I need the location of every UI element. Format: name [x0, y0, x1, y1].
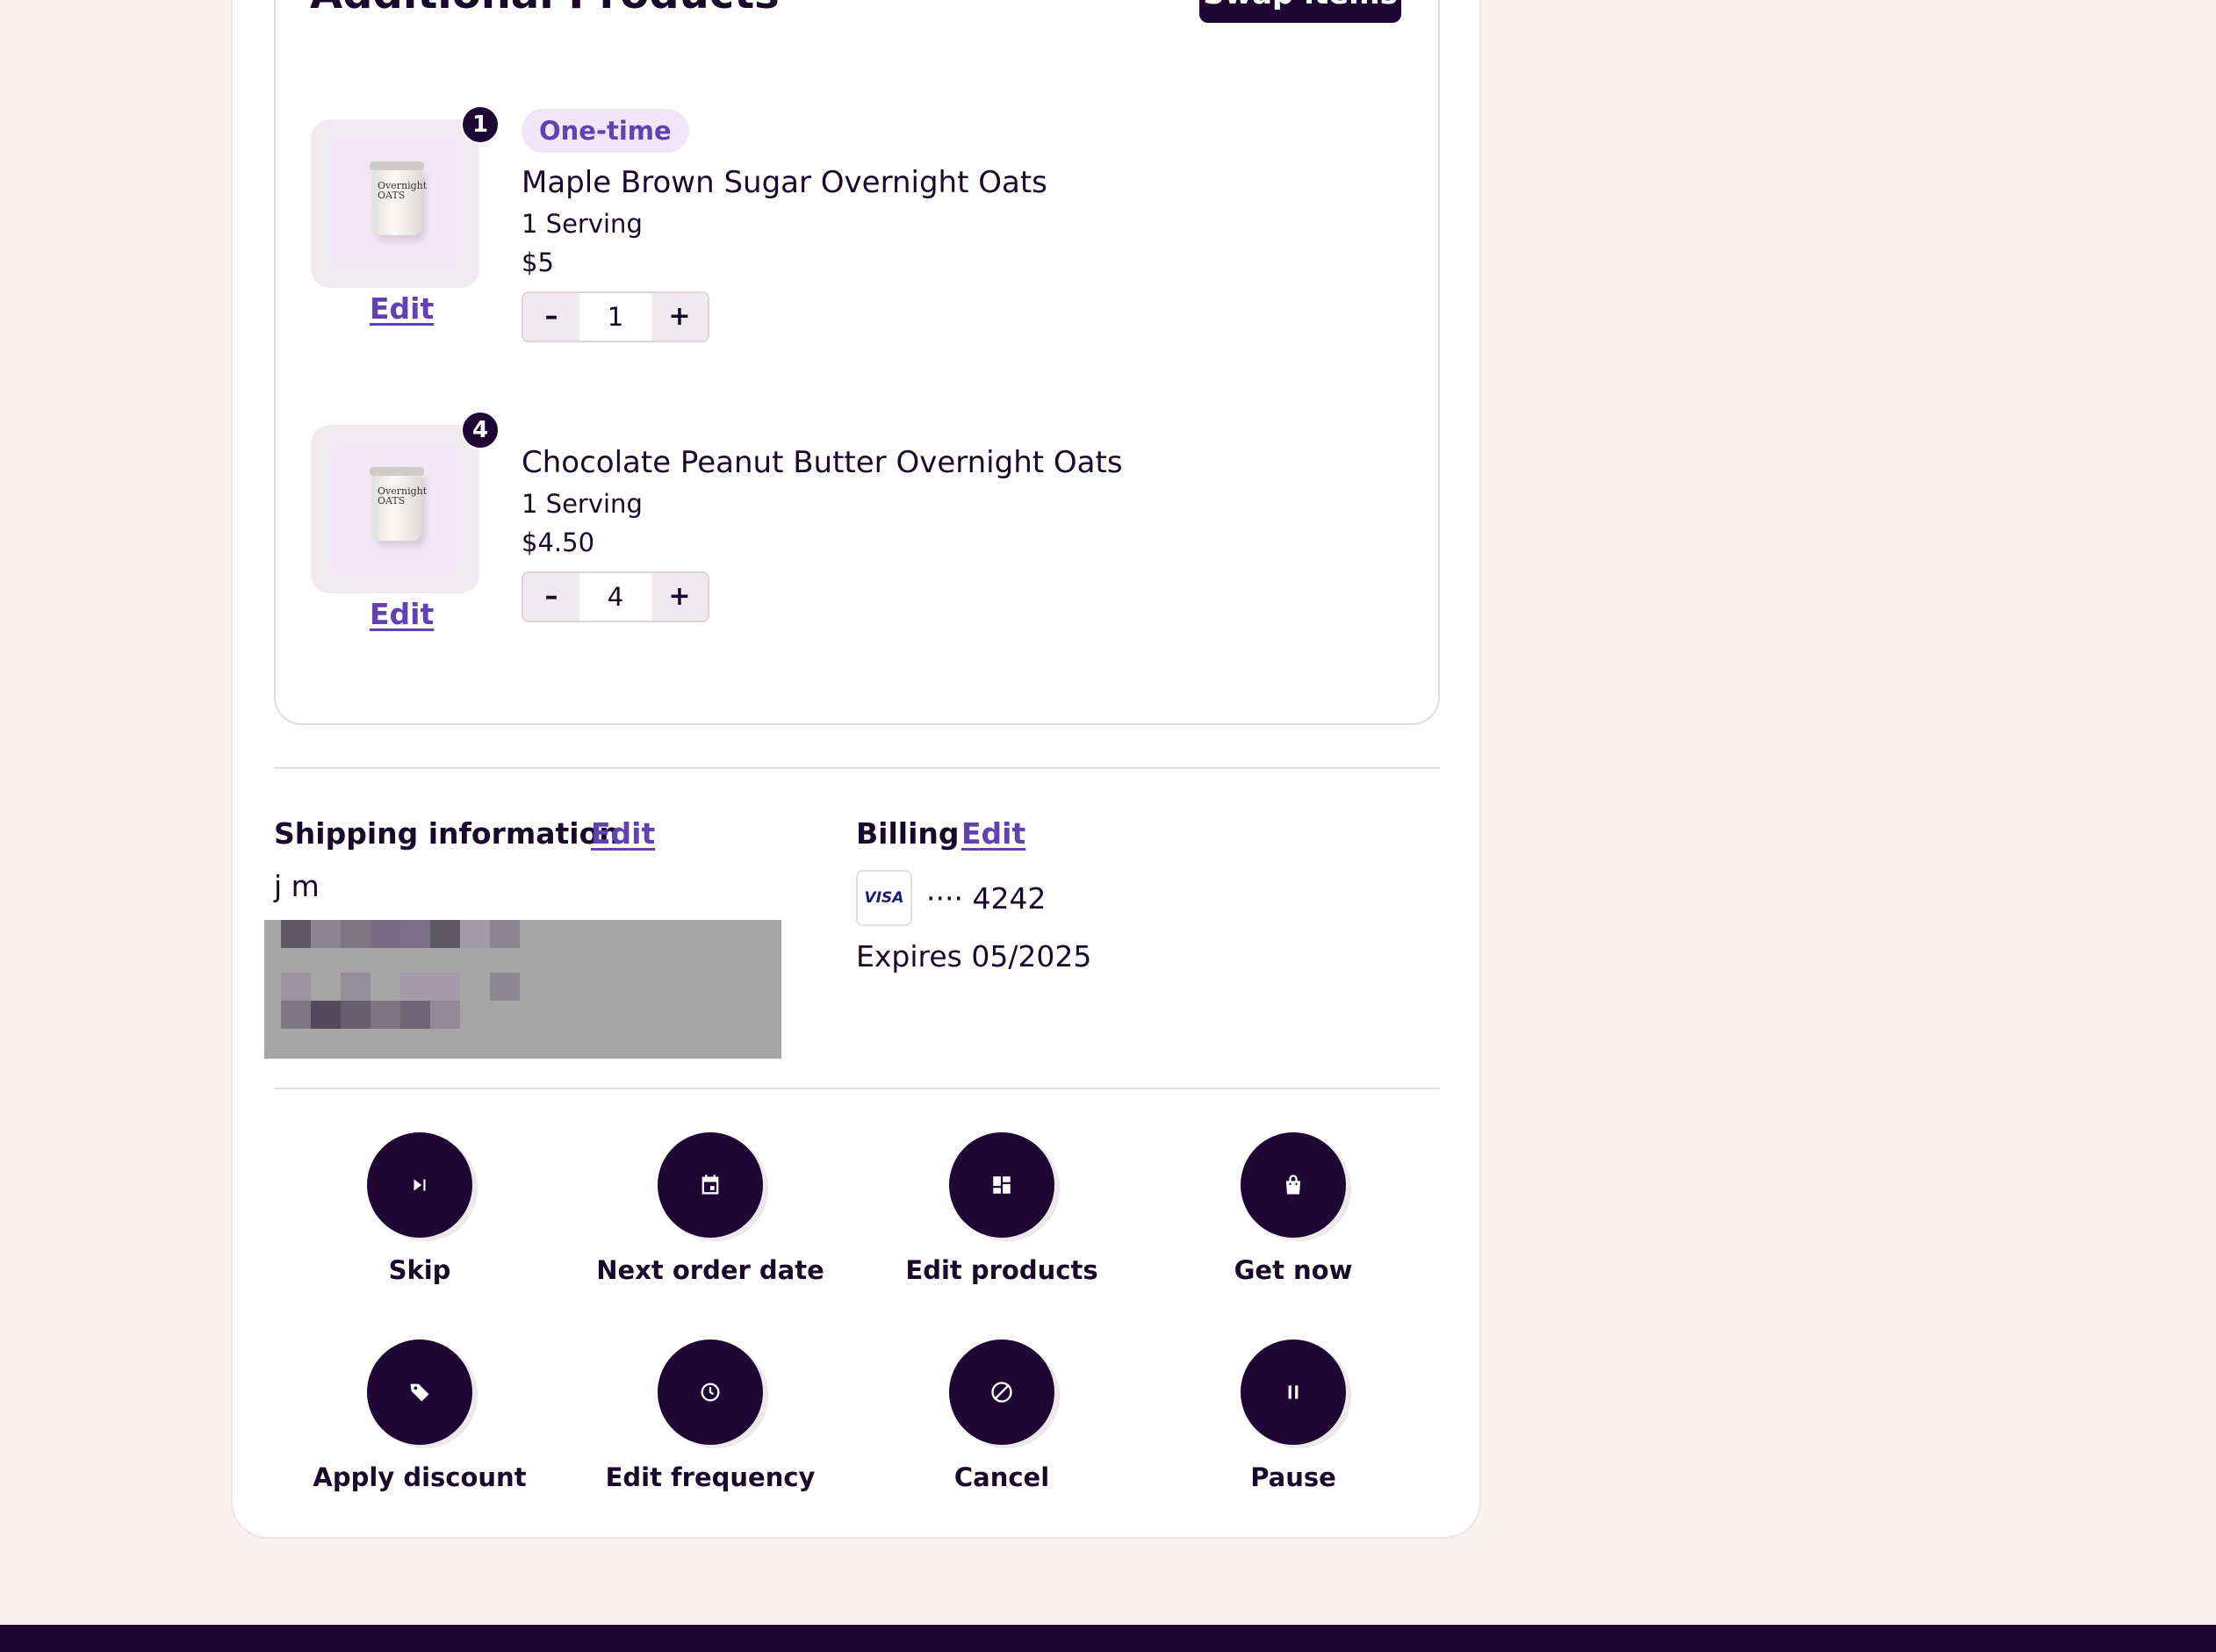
billing-title: Billing — [856, 816, 960, 851]
quantity-value[interactable]: 4 — [579, 573, 651, 621]
product-image: Overnight OATS — [311, 425, 479, 593]
divider — [274, 1088, 1440, 1089]
swap-items-button[interactable]: Swap items — [1199, 0, 1401, 23]
cancel-action[interactable]: Cancel — [857, 1340, 1147, 1506]
divider — [274, 767, 1440, 769]
action-label: Edit frequency — [605, 1462, 816, 1492]
calendar-icon — [658, 1132, 763, 1238]
quantity-badge: 4 — [461, 411, 500, 449]
product-image-label: Overnight OATS — [378, 180, 428, 201]
visa-card-icon: VISA — [856, 870, 912, 926]
action-label: Skip — [388, 1255, 451, 1285]
product-image: Overnight OATS — [311, 119, 479, 288]
skip-next-icon — [367, 1132, 472, 1238]
action-label: Cancel — [953, 1462, 1050, 1492]
get-now-action[interactable]: Get now — [1148, 1132, 1438, 1299]
edit-frequency-action[interactable]: Edit frequency — [565, 1340, 855, 1506]
increase-quantity-button[interactable]: + — [651, 293, 708, 341]
shipping-name: j m — [274, 869, 320, 903]
pause-icon — [1241, 1340, 1346, 1445]
product-price: $5 — [522, 248, 554, 277]
products-heading: Additional Products — [310, 0, 780, 15]
products-card — [274, 0, 1440, 725]
edit-billing-link[interactable]: Edit — [961, 816, 1025, 851]
quantity-stepper: – 4 + — [522, 571, 709, 622]
edit-product-link[interactable]: Edit — [370, 291, 434, 326]
clock-icon — [658, 1340, 763, 1445]
next-order-date-action[interactable]: Next order date — [565, 1132, 855, 1299]
decrease-quantity-button[interactable]: – — [523, 293, 579, 341]
increase-quantity-button[interactable]: + — [651, 573, 708, 621]
pause-action[interactable]: Pause — [1148, 1340, 1438, 1506]
dashboard-icon — [949, 1132, 1054, 1238]
tag-icon — [367, 1340, 472, 1445]
card-number: ···· 4242 — [926, 881, 1047, 916]
action-label: Pause — [1250, 1462, 1336, 1492]
edit-products-action[interactable]: Edit products — [857, 1132, 1147, 1299]
skip-action[interactable]: Skip — [275, 1132, 565, 1299]
product-image-label: Overnight OATS — [378, 485, 428, 506]
cancel-icon — [949, 1340, 1054, 1445]
product-name: Maple Brown Sugar Overnight Oats — [522, 165, 1047, 200]
product-price: $4.50 — [522, 528, 595, 557]
redacted-address — [264, 920, 781, 1059]
shipping-title: Shipping information — [274, 816, 620, 851]
card-expiry: Expires 05/2025 — [856, 939, 1092, 973]
product-name: Chocolate Peanut Butter Overnight Oats — [522, 445, 1123, 480]
apply-discount-action[interactable]: Apply discount — [275, 1340, 565, 1506]
decrease-quantity-button[interactable]: – — [523, 573, 579, 621]
product-size: 1 Serving — [522, 489, 643, 519]
edit-product-link[interactable]: Edit — [370, 597, 434, 631]
action-label: Apply discount — [313, 1462, 527, 1492]
one-time-tag: One-time — [522, 109, 689, 153]
quantity-value[interactable]: 1 — [579, 293, 651, 341]
quantity-stepper: – 1 + — [522, 291, 709, 342]
action-label: Edit products — [905, 1255, 1098, 1285]
quantity-badge: 1 — [461, 105, 500, 144]
product-size: 1 Serving — [522, 209, 643, 239]
page-footer — [0, 1625, 2216, 1652]
action-label: Next order date — [596, 1255, 824, 1285]
shopping-bag-icon — [1241, 1132, 1346, 1238]
action-label: Get now — [1234, 1255, 1353, 1285]
edit-shipping-link[interactable]: Edit — [591, 816, 655, 851]
